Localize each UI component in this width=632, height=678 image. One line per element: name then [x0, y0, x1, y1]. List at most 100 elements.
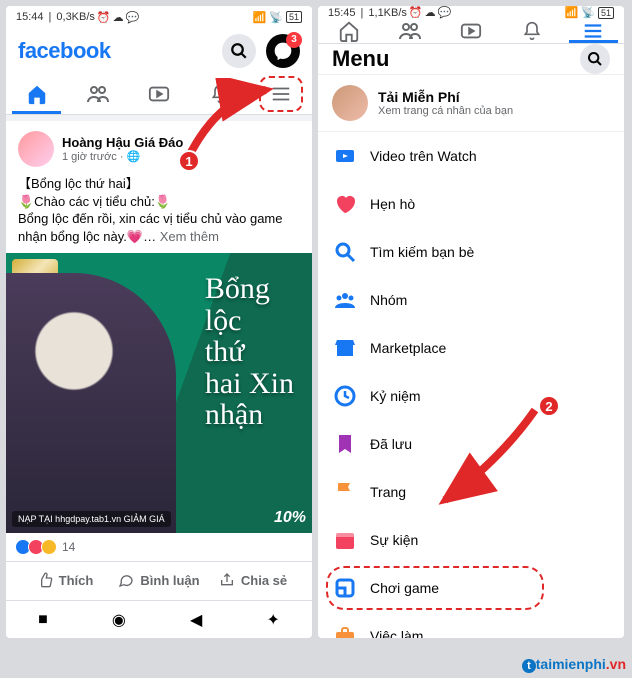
watch-icon: [148, 83, 170, 105]
like-count: 14: [62, 540, 75, 554]
menu-item-search-friend[interactable]: Tìm kiếm bạn bè: [318, 228, 624, 276]
menu-item-store[interactable]: Marketplace: [318, 324, 624, 372]
thumb-icon: [37, 572, 53, 588]
search-icon: [230, 42, 248, 60]
cloud-icon: ☁: [425, 6, 436, 19]
menu-item-label: Sự kiện: [370, 532, 418, 548]
search-button[interactable]: [222, 34, 256, 68]
status-time: 15:45: [328, 7, 356, 19]
menu-item-watch[interactable]: Video trên Watch: [318, 132, 624, 180]
bell-icon: [522, 21, 542, 41]
game-icon: [332, 575, 358, 601]
store-icon: [332, 335, 358, 361]
messenger-icon: 💬: [438, 6, 452, 19]
android-navbar: ■ ◉ ◀ ✦: [6, 600, 312, 638]
status-bar: 15:44 | 0,3KB/s ⏰ ☁ 💬 📶 📡 51: [6, 6, 312, 28]
see-more-link[interactable]: Xem thêm: [160, 229, 219, 244]
bookmark-icon: [332, 431, 358, 457]
alarm-icon: ⏰: [409, 6, 423, 19]
status-net: 0,3KB/s: [56, 11, 95, 23]
signal-icon: 📶: [565, 6, 579, 19]
wifi-icon: 📡: [269, 11, 283, 24]
discount-badge: 10%: [274, 509, 306, 527]
menu-item-calendar[interactable]: Sự kiện: [318, 516, 624, 564]
menu-item-game[interactable]: Chơi game: [318, 564, 624, 612]
menu-item-label: Hẹn hò: [370, 196, 415, 212]
profile-subtitle: Xem trang cá nhân của bạn: [378, 105, 513, 117]
menu-item-label: Video trên Watch: [370, 148, 477, 164]
home-icon: [338, 20, 360, 42]
messenger-button[interactable]: 3: [266, 34, 300, 68]
post-card: Hoàng Hậu Giá Đáo 1 giờ trước · 🌐 【Bổng …: [6, 121, 312, 600]
watermark: ttaimienphi.vn: [522, 656, 626, 672]
watch-icon: [332, 143, 358, 169]
globe-icon: 🌐: [126, 150, 140, 163]
clock-icon: [332, 383, 358, 409]
promo-banner: NẠP TẠI hhgdpay.tab1.vn GIẢM GIÁ: [12, 511, 171, 527]
fb-header: facebook 3: [6, 28, 312, 73]
promo-text: Bổng lộc thứ hai Xin nhận: [205, 273, 294, 431]
character-art: [6, 273, 176, 533]
home-icon: [26, 83, 48, 105]
phone-right: 15:45 | 1,1KB/s ⏰ ☁ 💬 📶 📡 51 Menu Tải Mi…: [318, 6, 624, 638]
share-button[interactable]: Chia sẻ: [206, 562, 300, 598]
wifi-icon: 📡: [581, 6, 595, 19]
post-avatar[interactable]: [18, 131, 54, 167]
menu-item-label: Nhóm: [370, 292, 407, 308]
arrow-to-game: [430, 400, 550, 515]
back-button[interactable]: ◀: [190, 610, 202, 630]
profile-avatar: [332, 85, 368, 121]
hamburger-icon: [582, 20, 604, 42]
home-button[interactable]: ◉: [112, 610, 126, 630]
share-icon: [219, 572, 235, 588]
menu-item-label: Trang: [370, 484, 406, 500]
heart-icon: [332, 191, 358, 217]
calendar-icon: [332, 527, 358, 553]
friends-icon: [86, 82, 110, 106]
search-icon: [587, 51, 603, 67]
menu-title: Menu: [332, 46, 389, 72]
news-feed[interactable]: Hoàng Hậu Giá Đáo 1 giờ trước · 🌐 【Bổng …: [6, 115, 312, 600]
menu-search-button[interactable]: [580, 44, 610, 74]
tab-home[interactable]: [6, 73, 67, 114]
facebook-logo[interactable]: facebook: [18, 38, 111, 64]
haha-reaction-icon: [41, 539, 57, 555]
friends-icon: [398, 19, 422, 43]
menu-list: Video trên Watch Hẹn hò Tìm kiếm bạn bè Nhó…: [318, 132, 624, 638]
search-friend-icon: [332, 239, 358, 265]
step-badge-1: 1: [178, 150, 200, 172]
profile-row[interactable]: Tải Miễn Phí Xem trang cá nhân của bạn: [318, 75, 624, 132]
menu-item-job[interactable]: Việc làm: [318, 612, 624, 638]
tab-home[interactable]: [318, 19, 379, 43]
flag-icon: [332, 479, 358, 505]
post-text: 【Bổng lộc thứ hai】 🌷Chào các vị tiểu chủ…: [18, 175, 300, 245]
post-time: 1 giờ trước: [62, 151, 117, 163]
profile-name: Tải Miễn Phí: [378, 89, 513, 105]
tab-watch[interactable]: [440, 19, 501, 43]
menu-item-heart[interactable]: Hẹn hò: [318, 180, 624, 228]
menu-item-group[interactable]: Nhóm: [318, 276, 624, 324]
tab-notifications[interactable]: [502, 19, 563, 43]
reactions-row[interactable]: 14: [18, 533, 300, 561]
menu-item-label: Đã lưu: [370, 436, 412, 452]
post-image[interactable]: Bổng lộc thứ hai Xin nhận NẠP TẠI hhgdpa…: [6, 253, 312, 533]
recent-apps-button[interactable]: ■: [38, 611, 48, 629]
post-author[interactable]: Hoàng Hậu Giá Đáo: [62, 135, 183, 150]
battery-pct: 51: [598, 7, 614, 19]
battery-pct: 51: [286, 11, 302, 23]
cloud-icon: ☁: [113, 11, 124, 24]
tab-friends[interactable]: [67, 73, 128, 114]
tab-bar: [318, 19, 624, 44]
accessibility-button[interactable]: ✦: [267, 610, 280, 630]
tab-menu[interactable]: [563, 19, 624, 43]
step-badge-2: 2: [538, 395, 560, 417]
job-icon: [332, 623, 358, 638]
like-button[interactable]: Thích: [18, 562, 112, 598]
status-bar: 15:45 | 1,1KB/s ⏰ ☁ 💬 📶 📡 51: [318, 6, 624, 19]
tab-friends[interactable]: [379, 19, 440, 43]
group-icon: [332, 287, 358, 313]
menu-item-label: Việc làm: [370, 628, 423, 638]
comment-icon: [118, 572, 134, 588]
alarm-icon: ⏰: [97, 11, 111, 24]
comment-button[interactable]: Bình luận: [112, 562, 206, 598]
